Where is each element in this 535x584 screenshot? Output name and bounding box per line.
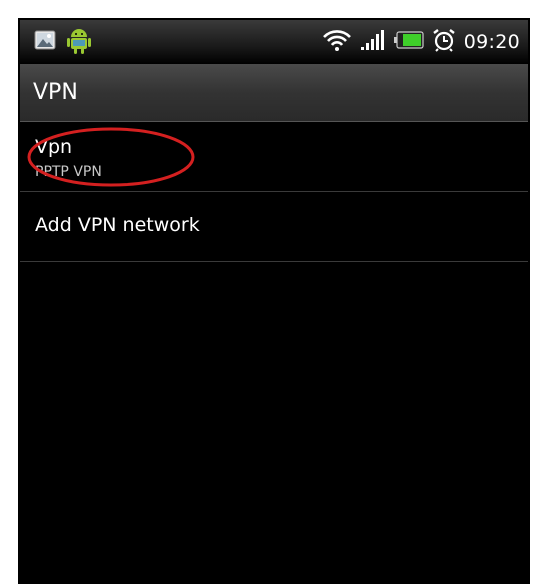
title-bar: VPN: [20, 64, 528, 122]
vpn-profile-name: Vpn: [35, 136, 73, 158]
gallery-icon: [34, 30, 56, 54]
android-icon: [66, 25, 92, 59]
battery-icon: [393, 30, 424, 54]
status-clock: 09:20: [463, 31, 520, 53]
signal-icon: [360, 29, 386, 55]
phone-screen: 09:20 VPN Vpn PPTP VPN Add VPN network: [18, 18, 530, 584]
vpn-list: Vpn PPTP VPN Add VPN network: [20, 122, 528, 262]
wifi-icon: [322, 28, 352, 56]
status-bar: 09:20: [20, 20, 528, 64]
page-title: VPN: [33, 80, 78, 105]
vpn-profile-item[interactable]: Vpn PPTP VPN: [20, 122, 528, 192]
add-vpn-network-item[interactable]: Add VPN network: [20, 192, 528, 262]
vpn-profile-type: PPTP VPN: [35, 164, 102, 180]
alarm-icon: [432, 28, 456, 56]
add-vpn-network-label: Add VPN network: [35, 214, 200, 236]
